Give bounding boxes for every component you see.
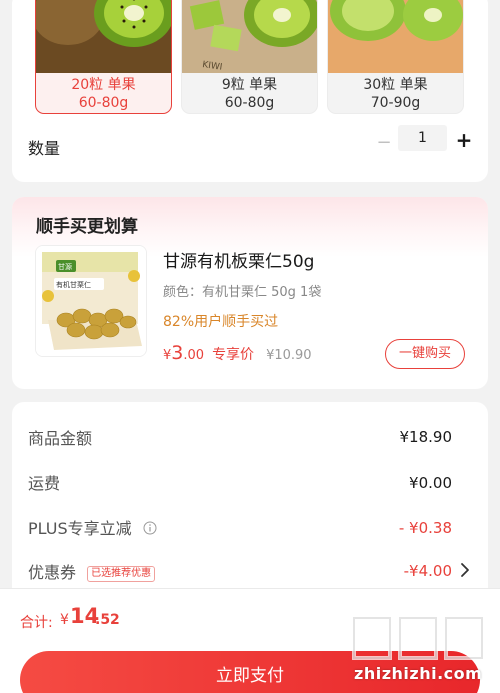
spec-option-count: 30粒 单果 (363, 77, 428, 93)
info-icon[interactable] (143, 520, 157, 539)
summary-label-plus: PLUS专享立减 (28, 515, 157, 539)
spec-option-weight: 60-80g (224, 95, 275, 111)
spec-option-9[interactable]: KIWI 9粒 单果 60-80g (181, 0, 318, 114)
bundle-card: 顺手买更划算 甘源 有机甘栗仁 甘源有机板栗仁50g 颜色：有机甘栗仁 50g … (12, 197, 488, 389)
summary-value-goods: ¥18.90 (399, 428, 453, 446)
bundle-product-name[interactable]: 甘源有机板栗仁50g (163, 247, 314, 272)
total-label: 合计: (20, 615, 53, 631)
bundle-price-tag: 专享价 (212, 347, 255, 363)
spec-options: 20粒 单果 60-80g KIWI 9粒 单果 60-80g 30粒 单果 7… (35, 0, 475, 114)
bundle-title: 顺手买更划算 (36, 217, 138, 237)
spec-option-30[interactable]: 30粒 单果 70-90g (327, 0, 464, 114)
summary-label-goods: 商品金额 (28, 429, 93, 448)
bundle-social-proof: 82%用户顺手买过 (163, 314, 279, 330)
summary-value-shipping: ¥0.00 (409, 474, 452, 492)
bundle-original-price: ¥10.90 (266, 348, 312, 363)
total-currency: ¥ (60, 612, 69, 628)
kiwi-image (328, 0, 463, 73)
coupon-recommend-badge: 已选推荐优惠 (87, 565, 156, 582)
summary-value-plus: - ¥0.38 (398, 519, 452, 537)
quantity-decrement-button[interactable]: − (374, 132, 394, 153)
package-brand-text: 甘源 (58, 262, 72, 271)
bundle-product-variant: 颜色：有机甘栗仁 50g 1袋 (163, 285, 322, 300)
kiwi-image (36, 0, 171, 73)
one-click-buy-button[interactable]: 一键购买 (385, 339, 465, 369)
spec-option-count: 20粒 单果 (71, 77, 136, 93)
spec-option-count: 9粒 单果 (221, 77, 278, 93)
spec-option-weight: 60-80g (78, 95, 129, 111)
bundle-price-integer: 3 (171, 342, 184, 364)
coupon-label: 优惠券 (28, 563, 77, 582)
chevron-right-icon[interactable] (460, 562, 470, 578)
spec-card: 20粒 单果 60-80g KIWI 9粒 单果 60-80g 30粒 单果 7… (12, 0, 488, 182)
kiwi-image: KIWI (182, 0, 317, 73)
watermark-text: zhizhizhi.com (354, 664, 483, 683)
quantity-input[interactable]: 1 (398, 125, 447, 151)
spec-option-weight: 70-90g (370, 95, 421, 111)
summary-value-coupon[interactable]: -¥4.00 (404, 562, 452, 580)
chestnut-product-image[interactable]: 甘源 有机甘栗仁 (35, 245, 147, 357)
total-decimal: .52 (95, 612, 120, 628)
bundle-price-decimal: .00 (183, 348, 205, 363)
spec-option-20[interactable]: 20粒 单果 60-80g (35, 0, 172, 114)
package-label-text: 有机甘栗仁 (56, 280, 91, 289)
quantity-label: 数量 (28, 139, 61, 158)
summary-label-coupon[interactable]: 优惠券 已选推荐优惠 (28, 559, 156, 583)
bundle-price-row: ¥ 3 .00 专享价 ¥10.90 (163, 342, 312, 364)
price-summary-card: 商品金额 ¥18.90 运费 ¥0.00 PLUS专享立减 - ¥0.38 优惠… (12, 402, 488, 602)
summary-label-shipping: 运费 (28, 474, 61, 493)
bundle-price-currency: ¥ (163, 348, 172, 363)
checkout-page: 20粒 单果 60-80g KIWI 9粒 单果 60-80g 30粒 单果 7… (0, 0, 500, 693)
quantity-increment-button[interactable]: + (454, 128, 474, 152)
plus-discount-label: PLUS专享立减 (28, 519, 132, 538)
